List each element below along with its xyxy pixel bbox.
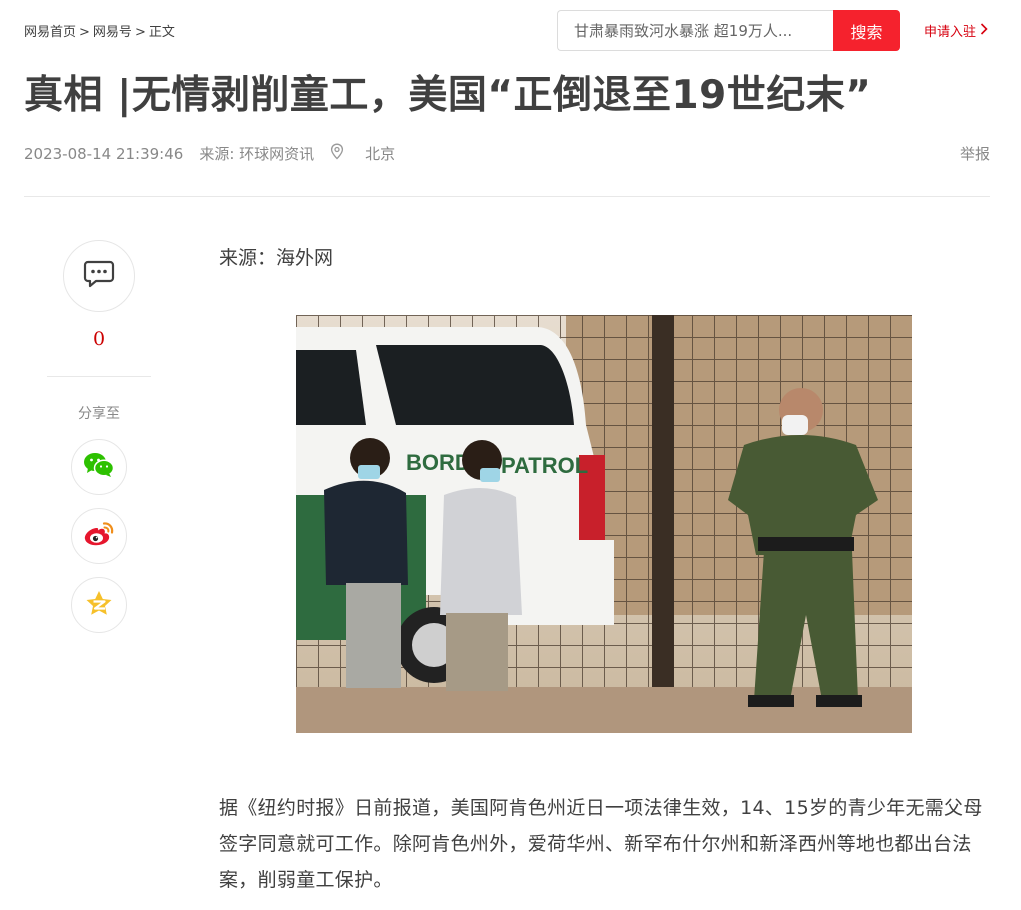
article-photo: BORD PATROL — [296, 315, 912, 733]
location: 北京 — [330, 143, 411, 164]
chevron-right-icon — [980, 22, 988, 39]
breadcrumb-separator: > — [79, 25, 90, 40]
search-button[interactable]: 搜索 — [833, 10, 900, 51]
header-divider — [24, 196, 990, 197]
report-link[interactable]: 举报 — [960, 143, 990, 164]
photo-vehicle-text-left: BORD — [406, 450, 471, 475]
article-meta: 2023-08-14 21:39:46 来源: 环球网资讯 北京 — [24, 143, 427, 164]
location-pin-icon — [330, 143, 344, 164]
breadcrumb: 网易首页 > 网易号 > 正文 — [24, 21, 175, 40]
share-weibo-button[interactable] — [71, 508, 127, 564]
source-meta: 来源: 环球网资讯 — [199, 145, 315, 163]
comment-count[interactable]: 0 — [93, 328, 105, 350]
qzone-icon — [84, 589, 114, 621]
search-input[interactable] — [558, 11, 835, 50]
comment-button[interactable] — [63, 240, 135, 312]
apply-join-label: 申请入驻 — [924, 25, 977, 40]
share-label: 分享至 — [78, 406, 120, 422]
location-label: 北京 — [365, 145, 396, 163]
apply-join-link[interactable]: 申请入驻 — [924, 21, 988, 40]
search-box — [557, 10, 835, 51]
article-paragraph: 据《纽约时报》日前报道，美国阿肯色州近日一项法律生效，14、15岁的青少年无需父… — [219, 797, 983, 891]
border-patrol-photo-illustration: BORD PATROL — [296, 315, 912, 733]
breadcrumb-current: 正文 — [148, 25, 175, 40]
share-wechat-button[interactable] — [71, 439, 127, 495]
weibo-icon — [83, 520, 115, 552]
sidebar-divider — [47, 376, 151, 377]
sidebar: 0 分享至 — [47, 240, 151, 633]
article-source-line: 来源：海外网 — [219, 247, 334, 269]
publish-datetime: 2023-08-14 21:39:46 — [24, 144, 184, 163]
page-title: 真相 |无情剥削童工，美国“正倒退至19世纪末” — [24, 73, 872, 118]
breadcrumb-separator: > — [134, 25, 146, 40]
photo-vehicle-text-right: PATROL — [501, 453, 588, 478]
comment-icon — [83, 259, 115, 293]
share-qzone-button[interactable] — [71, 577, 127, 633]
wechat-icon — [83, 451, 115, 483]
breadcrumb-section-link[interactable]: 网易号 — [93, 25, 132, 40]
breadcrumb-home-link[interactable]: 网易首页 — [24, 25, 76, 40]
